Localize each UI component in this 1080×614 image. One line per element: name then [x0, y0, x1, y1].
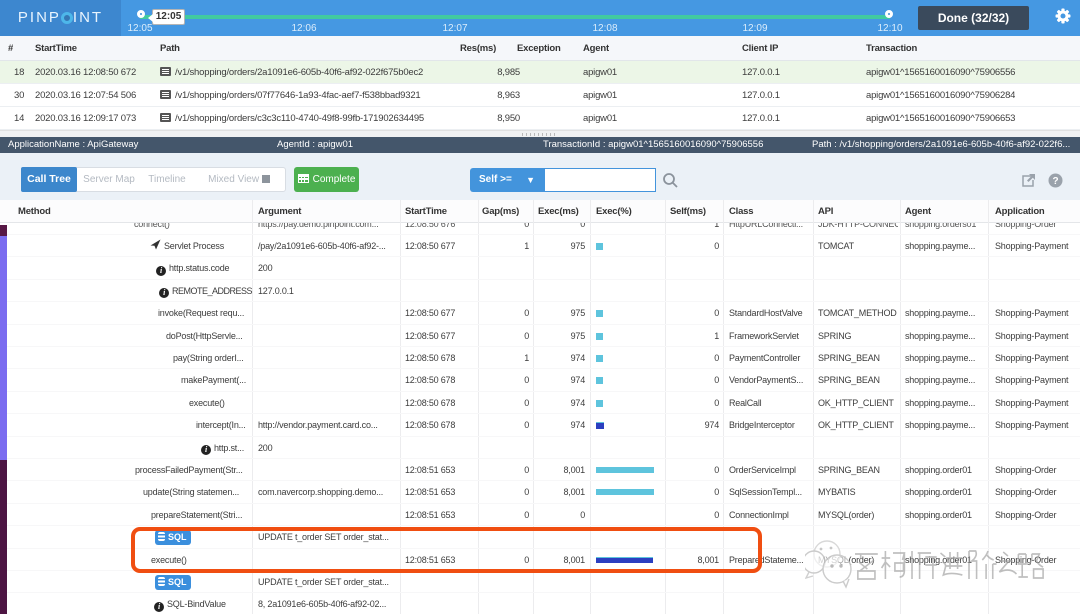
svg-text:?: ? [1052, 176, 1058, 187]
